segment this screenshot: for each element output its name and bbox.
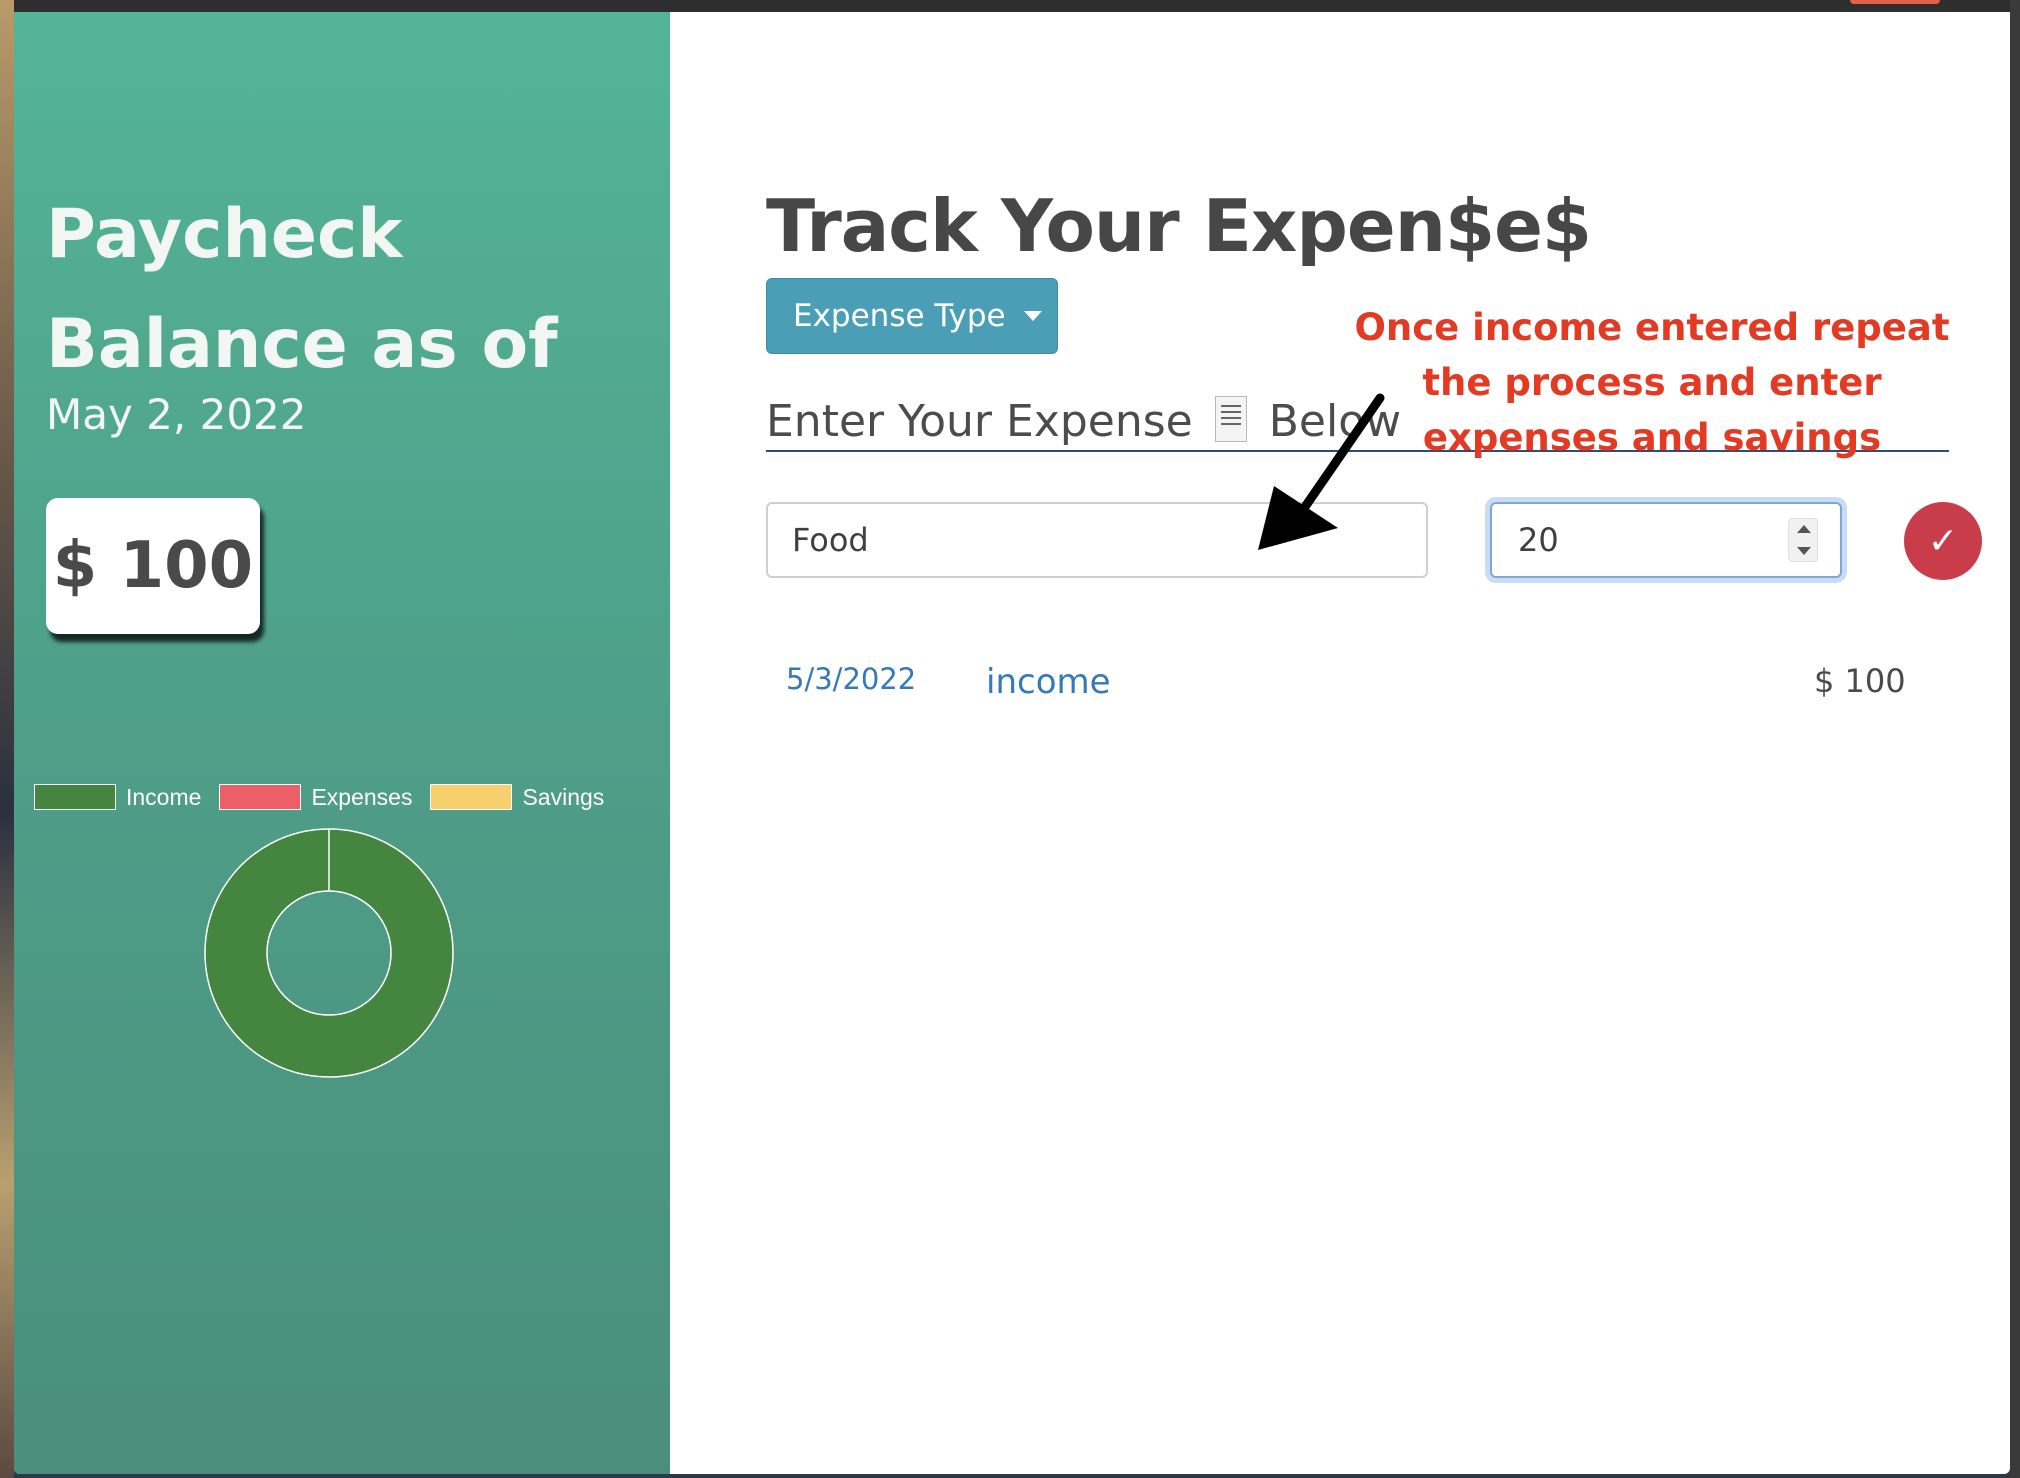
balance-date: May 2, 2022 xyxy=(46,390,307,439)
balance-card: $ 100 xyxy=(46,498,260,634)
chart-legend: Income Expenses Savings xyxy=(34,782,622,812)
legend-swatch-savings xyxy=(430,784,513,810)
legend-label-savings: Savings xyxy=(522,783,605,810)
background-top-bar xyxy=(0,0,2020,12)
number-spinner[interactable] xyxy=(1788,518,1818,562)
desktop-background-right xyxy=(2010,0,2020,1478)
caret-down-icon xyxy=(1023,311,1042,321)
legend-item-income[interactable]: Income xyxy=(34,784,201,811)
enter-expense-prefix: Enter Your Expense xyxy=(766,396,1193,447)
legend-item-expenses[interactable]: Expenses xyxy=(219,784,412,811)
tutorial-annotation: Once income entered repeat the process a… xyxy=(1332,300,1972,465)
sidebar: Paycheck Balance as of May 2, 2022 $ 100… xyxy=(14,12,670,1474)
submit-button[interactable]: ✓ xyxy=(1904,502,1982,580)
app-window: Paycheck Balance as of May 2, 2022 $ 100… xyxy=(14,12,2010,1474)
expense-amount-input[interactable] xyxy=(1492,504,1792,576)
expense-amount-field[interactable] xyxy=(1490,502,1842,578)
spin-up-icon[interactable] xyxy=(1797,525,1811,533)
window-control xyxy=(1850,0,1940,4)
legend-swatch-income xyxy=(34,784,116,810)
expense-type-label: Expense Type xyxy=(793,298,1006,334)
desktop-background xyxy=(0,0,14,1478)
entry-name[interactable]: income xyxy=(986,662,1111,702)
donut-chart[interactable] xyxy=(201,825,457,1081)
annotation-line: expenses and savings xyxy=(1422,416,1882,459)
annotation-line: Once income entered repeat xyxy=(1354,306,1950,349)
annotation-line: the process and enter xyxy=(1422,361,1882,404)
balance-amount: $ 100 xyxy=(52,529,254,603)
legend-item-savings[interactable]: Savings xyxy=(430,784,604,811)
legend-swatch-expenses xyxy=(219,784,302,810)
sidebar-title: Paycheck Balance as of xyxy=(46,195,558,384)
page-title: Track Your Expen$e$ xyxy=(766,184,1592,268)
spin-down-icon[interactable] xyxy=(1797,547,1811,555)
annotation-arrow-icon xyxy=(1258,393,1385,550)
entry-date: 5/3/2022 xyxy=(786,662,917,696)
expense-type-dropdown[interactable]: Expense Type xyxy=(766,278,1058,354)
receipt-icon xyxy=(1214,396,1247,442)
check-icon: ✓ xyxy=(1927,520,1959,562)
legend-label-income: Income xyxy=(126,783,202,810)
entry-amount: $ 100 xyxy=(1814,662,1906,700)
legend-label-expenses: Expenses xyxy=(311,783,413,810)
